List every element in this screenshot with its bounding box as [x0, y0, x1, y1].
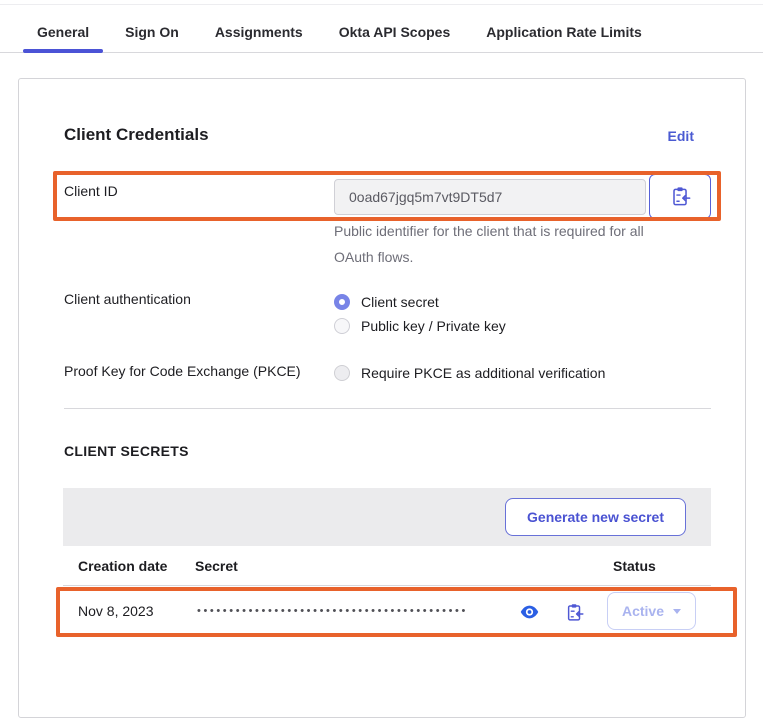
radio-selected-icon [334, 294, 350, 310]
copy-secret-button[interactable] [563, 601, 585, 623]
radio-unselected-icon [334, 318, 350, 334]
client-id-label: Client ID [64, 183, 118, 199]
radio-public-key-label: Public key / Private key [361, 318, 506, 334]
client-secrets-table: Generate new secret Creation date Secret… [63, 488, 711, 636]
client-authentication-label: Client authentication [64, 291, 191, 307]
tab-bar: General Sign On Assignments Okta API Sco… [0, 0, 763, 53]
table-row: Nov 8, 2023 ••••••••••••••••••••••••••••… [63, 586, 711, 636]
tab-sign-on[interactable]: Sign On [111, 0, 193, 53]
pkce-checkbox-row[interactable]: Require PKCE as additional verification [334, 363, 605, 383]
table-toolbar: Generate new secret [63, 488, 711, 546]
clipboard-copy-icon [670, 186, 691, 207]
client-id-help: Public identifier for the client that is… [334, 218, 679, 270]
radio-client-secret-label: Client secret [361, 294, 439, 310]
radio-client-secret[interactable]: Client secret [334, 292, 439, 312]
client-id-field[interactable]: 0oad67jgq5m7vt9DT5d7 [334, 179, 646, 215]
masked-secret-cell: ••••••••••••••••••••••••••••••••••••••••… [197, 586, 468, 636]
pkce-option-label: Require PKCE as additional verification [361, 365, 605, 381]
column-header-status: Status [613, 546, 656, 586]
tab-general[interactable]: General [23, 0, 103, 53]
table-header-row: Creation date Secret Status [63, 546, 711, 586]
copy-client-id-button[interactable] [649, 174, 711, 219]
status-dropdown[interactable]: Active [607, 592, 696, 630]
clipboard-copy-icon [565, 603, 584, 622]
pkce-label: Proof Key for Code Exchange (PKCE) [64, 363, 301, 379]
general-settings-card: Client Credentials Edit Client ID 0oad67… [18, 78, 746, 718]
generate-new-secret-button[interactable]: Generate new secret [505, 498, 686, 536]
reveal-secret-button[interactable] [518, 601, 540, 623]
section-divider [64, 408, 711, 409]
column-header-secret: Secret [195, 546, 238, 586]
status-label: Active [622, 603, 664, 619]
client-secrets-title: CLIENT SECRETS [64, 443, 189, 459]
creation-date-cell: Nov 8, 2023 [78, 586, 154, 636]
eye-icon [520, 605, 539, 619]
checkbox-unchecked-icon [334, 365, 350, 381]
edit-link[interactable]: Edit [668, 128, 694, 144]
column-header-creation-date: Creation date [78, 546, 167, 586]
section-title: Client Credentials [64, 125, 209, 145]
radio-public-private-key[interactable]: Public key / Private key [334, 316, 506, 336]
tab-okta-api-scopes[interactable]: Okta API Scopes [325, 0, 465, 53]
tab-assignments[interactable]: Assignments [201, 0, 317, 53]
tab-application-rate-limits[interactable]: Application Rate Limits [472, 0, 656, 53]
caret-down-icon [673, 609, 681, 614]
